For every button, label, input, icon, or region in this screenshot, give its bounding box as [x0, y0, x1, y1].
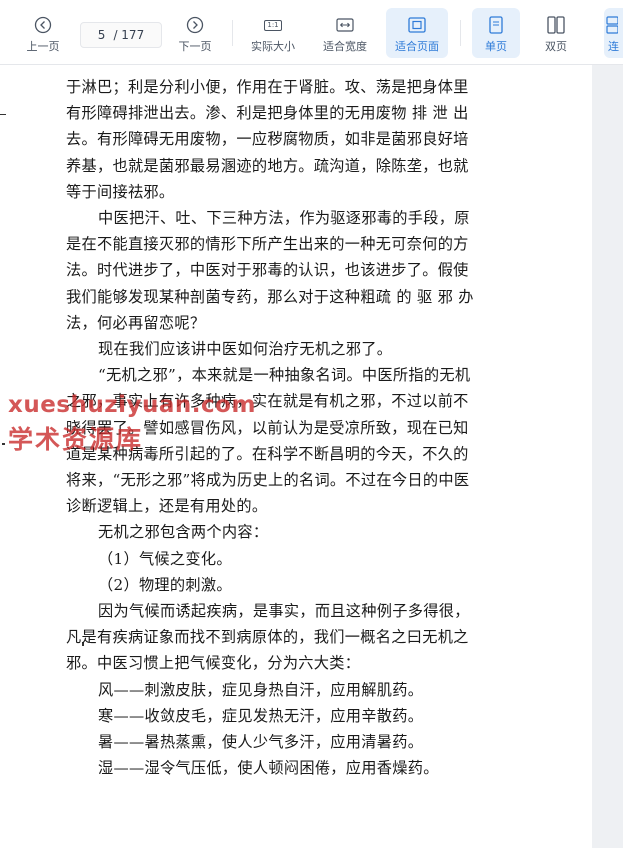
fit-width-button[interactable]: 适合宽度 — [316, 8, 374, 58]
text-line: 无机之邪包含两个内容： — [98, 523, 269, 542]
text-line: 寒——收敛皮毛，症见发热无汗，应用辛散药。 — [98, 706, 424, 725]
double-page-icon — [547, 16, 565, 34]
chevron-left-circle-icon — [34, 16, 52, 34]
text-line: 法。时代进步了，中医对于邪毒的认识，也该进步了。假使 — [66, 261, 469, 280]
page-indicator[interactable]: 5 / 177 — [80, 22, 162, 48]
fit-page-button[interactable]: 适合页面 — [386, 8, 448, 58]
toolbar-divider — [460, 20, 461, 46]
text-line: 湿——湿令气压低，使人顿闷困倦，应用香燥药。 — [98, 759, 439, 778]
prev-page-button[interactable]: 上一页 — [18, 8, 68, 58]
text-line: 是在不能直接灭邪的情形下所产生出来的一种无可奈何的方 — [66, 235, 469, 254]
fit-page-label: 适合页面 — [395, 40, 439, 53]
text-line: 因为气候而诱起疾病，是事实，而且这种例子多得很， — [98, 602, 470, 621]
text-line: 于淋巴；利是分利小便，作用在于肾脏。攻、荡是把身体里 — [66, 78, 469, 96]
watermark-text: 学术资源库 — [8, 425, 144, 454]
actual-size-button[interactable]: 1:1 实际大小 — [244, 8, 302, 58]
text-line: （1）气候之变化。 — [98, 549, 232, 568]
watermark-url: xueshuziyuan.com — [8, 392, 256, 418]
scan-mark — [2, 443, 5, 445]
fit-page-icon — [408, 16, 426, 34]
actual-size-icon-text: 1:1 — [264, 19, 282, 31]
continuous-page-button[interactable]: 连 — [604, 8, 623, 58]
next-page-button[interactable]: 下一页 — [170, 8, 220, 58]
actual-size-icon: 1:1 — [264, 16, 282, 34]
text-line: 邪。中医习惯上把气候变化，分为六大类： — [66, 654, 361, 673]
next-page-label: 下一页 — [178, 40, 212, 53]
viewer-toolbar: 上一页 5 / 177 下一页 1:1 实际大小 适合宽度 适合页面 单页 双页… — [0, 0, 623, 65]
fit-width-icon — [336, 16, 354, 34]
single-page-button[interactable]: 单页 — [472, 8, 520, 58]
text-line: “无机之邪”，本来就是一种抽象名词。中医所指的无机 — [98, 366, 471, 385]
right-scroll-area[interactable] — [592, 65, 623, 848]
scan-mark — [0, 114, 6, 115]
text-line: 去。有形障碍无用废物，一应秽腐物质，如非是菌邪良好培 — [66, 130, 469, 149]
single-page-label: 单页 — [485, 40, 507, 53]
total-pages: / 177 — [113, 28, 145, 42]
text-line: 法，何必再留恋呢？ — [66, 313, 206, 332]
toolbar-divider — [232, 20, 233, 46]
continuous-page-label: 连 — [608, 40, 619, 53]
text-line: 将来，“无形之邪”将成为历史上的名词。不过在今日的中医 — [66, 471, 470, 490]
text-line: （2）物理的刺激。 — [98, 575, 232, 594]
text-line: 现在我们应该讲中医如何治疗无机之邪了。 — [98, 340, 393, 359]
chevron-right-circle-icon — [186, 16, 204, 34]
double-page-button[interactable]: 双页 — [532, 8, 580, 58]
text-line: 等于间接祛邪。 — [66, 182, 175, 201]
text-line: 养基，也就是菌邪最易溷迹的地方。疏沟道，除陈垄，也就 — [66, 156, 469, 175]
actual-size-label: 实际大小 — [251, 40, 295, 53]
text-line: 中医把汗、吐、下三种方法，作为驱逐邪毒的手段，原 — [98, 209, 470, 228]
text-line: 诊断逻辑上，还是有用处的。 — [66, 497, 268, 516]
double-page-label: 双页 — [545, 40, 567, 53]
current-page-input[interactable]: 5 — [98, 28, 106, 42]
text-line: 风——刺激皮肤，症见身热自汗，应用解肌药。 — [98, 680, 424, 699]
prev-page-label: 上一页 — [26, 40, 60, 53]
single-page-icon — [487, 16, 505, 34]
text-line: 暑——暑热蒸熏，使人少气多汗，应用清暑药。 — [98, 733, 424, 752]
text-line: 我们能够发现某种剖菌专药，那么对于这种粗疏 的 驱 邪 办 — [66, 287, 474, 306]
text-line: 凡是有疾病证象而找不到病原体的，我们一概名之曰无机之 — [66, 628, 469, 647]
continuous-page-icon — [604, 16, 618, 34]
fit-width-label: 适合宽度 — [323, 40, 367, 53]
text-line: 有形障碍排泄出去。渗、利是把身体里的无用废物 排 泄 出 — [66, 104, 469, 123]
